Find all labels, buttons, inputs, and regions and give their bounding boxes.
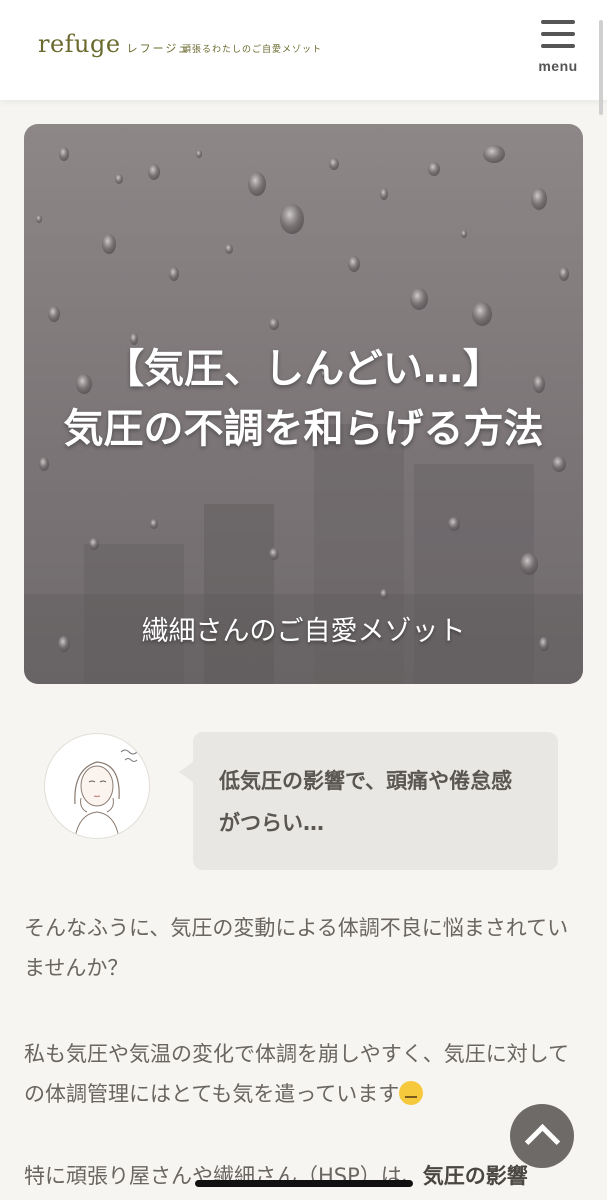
site-logo[interactable]: refuge レフージュ: [38, 30, 191, 58]
site-tagline: 頑張るわたしのご自愛メゾット: [182, 45, 323, 55]
hamburger-menu-icon: [541, 20, 575, 24]
hero-eyecatch-image: 【気圧、しんどい…】 気圧の不調を和らげる方法 繊細さんのご自愛メゾット: [24, 124, 583, 684]
article-paragraph-3: 特に頑張り屋さんや繊細さん（HSP）は、気圧の影響: [24, 1156, 584, 1196]
article-paragraph-1: そんなふうに、気圧の変動による体調不良に悩まされていませんか？: [24, 916, 569, 980]
speech-bubble-text: 低気圧の影響で、頭痛や倦怠感がつらい…: [219, 769, 513, 835]
scrollbar[interactable]: [599, 20, 603, 115]
hero-subtitle: 繊細さんのご自愛メゾット: [141, 616, 466, 647]
chevron-up-icon: [524, 1123, 561, 1160]
menu-label: menu: [538, 58, 578, 74]
article-paragraph-3-bold: 気圧の影響: [422, 1164, 528, 1188]
back-to-top-button[interactable]: [510, 1104, 574, 1168]
hamburger-bar: [541, 32, 575, 36]
logo-katakana: レフージュ: [126, 42, 191, 55]
relieved-face-emoji-icon: [399, 1081, 424, 1105]
article-paragraph-2-text: 私も気圧や気温の変化で体調を崩しやすく、気圧に対しての体調管理にはとても気を遣っ…: [24, 1042, 570, 1106]
site-header: refuge レフージュ 頑張るわたしのご自愛メゾット menu: [0, 0, 607, 115]
menu-button[interactable]: menu: [533, 18, 583, 78]
hamburger-bar: [541, 44, 575, 48]
home-indicator[interactable]: [195, 1180, 413, 1187]
logo-wordmark: refuge: [38, 30, 121, 58]
speech-bubble: 低気圧の影響で、頭痛や倦怠感がつらい…: [179, 732, 558, 870]
article-paragraph-2: 私も気圧や気温の変化で体調を崩しやすく、気圧に対しての体調管理にはとても気を遣っ…: [24, 1034, 584, 1114]
hero-title-line-2: 気圧の不調を和らげる方法: [63, 406, 544, 452]
hero-title-line-1: 【気圧、しんどい…】: [104, 346, 503, 392]
worried-woman-illustration: [74, 749, 138, 838]
avatar: [44, 733, 150, 839]
